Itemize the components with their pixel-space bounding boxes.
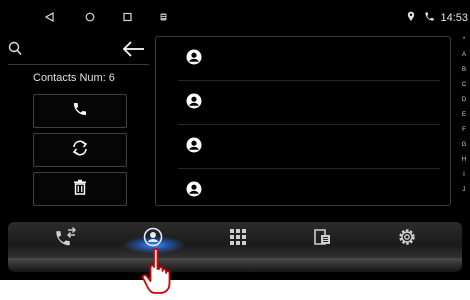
messages-icon [312,227,332,252]
back-arrow-button[interactable] [120,40,146,58]
search-icon[interactable] [8,40,24,58]
settings-icon [397,227,417,252]
list-item[interactable] [156,125,450,169]
screen: 14:53 Contacts Num: 6 * A B C D E F G H … [0,0,470,280]
index-letter[interactable]: H [459,156,469,164]
back-triangle-icon[interactable] [45,12,54,22]
dock-settings[interactable] [394,228,420,250]
index-letter[interactable]: G [459,141,469,149]
phone-icon [424,11,435,22]
home-circle-icon[interactable] [85,12,95,22]
call-icon [72,101,88,122]
index-letter[interactable]: E [459,111,469,119]
contact-avatar-icon [186,49,202,70]
index-letter[interactable]: B [459,66,469,74]
location-pin-icon [407,11,415,22]
contact-avatar-icon [186,181,202,202]
index-letter[interactable]: J [459,186,469,194]
list-item[interactable] [156,169,450,205]
index-letter[interactable]: D [459,96,469,104]
notification-icon [160,13,167,21]
contact-avatar-icon [186,93,202,114]
index-letter[interactable]: C [459,81,469,89]
dock-call-log[interactable] [52,226,78,253]
delete-button[interactable] [33,172,127,206]
hand-pointer-icon [140,247,180,295]
index-letter[interactable]: A [459,51,469,59]
sync-icon [71,139,89,162]
list-item[interactable] [156,81,450,125]
status-bar: 14:53 [0,0,470,28]
recents-square-icon[interactable] [123,12,132,22]
delete-icon [73,179,87,200]
search-divider [8,64,149,65]
index-letter[interactable]: I [459,171,469,179]
index-letter[interactable]: * [459,36,469,44]
list-item[interactable] [156,37,450,81]
status-time: 14:53 [440,12,468,24]
contact-list[interactable] [155,36,451,206]
contact-avatar-icon [186,137,202,158]
call-log-icon [53,226,77,253]
index-letter[interactable]: F [459,126,469,134]
call-button[interactable] [33,94,127,128]
dock-dialpad[interactable] [225,228,251,250]
dialpad-icon [229,228,247,251]
contacts-count-label: Contacts Num: 6 [33,72,115,84]
dock-messages[interactable] [309,228,335,250]
dock-reflection [8,258,462,272]
sync-button[interactable] [33,133,127,167]
